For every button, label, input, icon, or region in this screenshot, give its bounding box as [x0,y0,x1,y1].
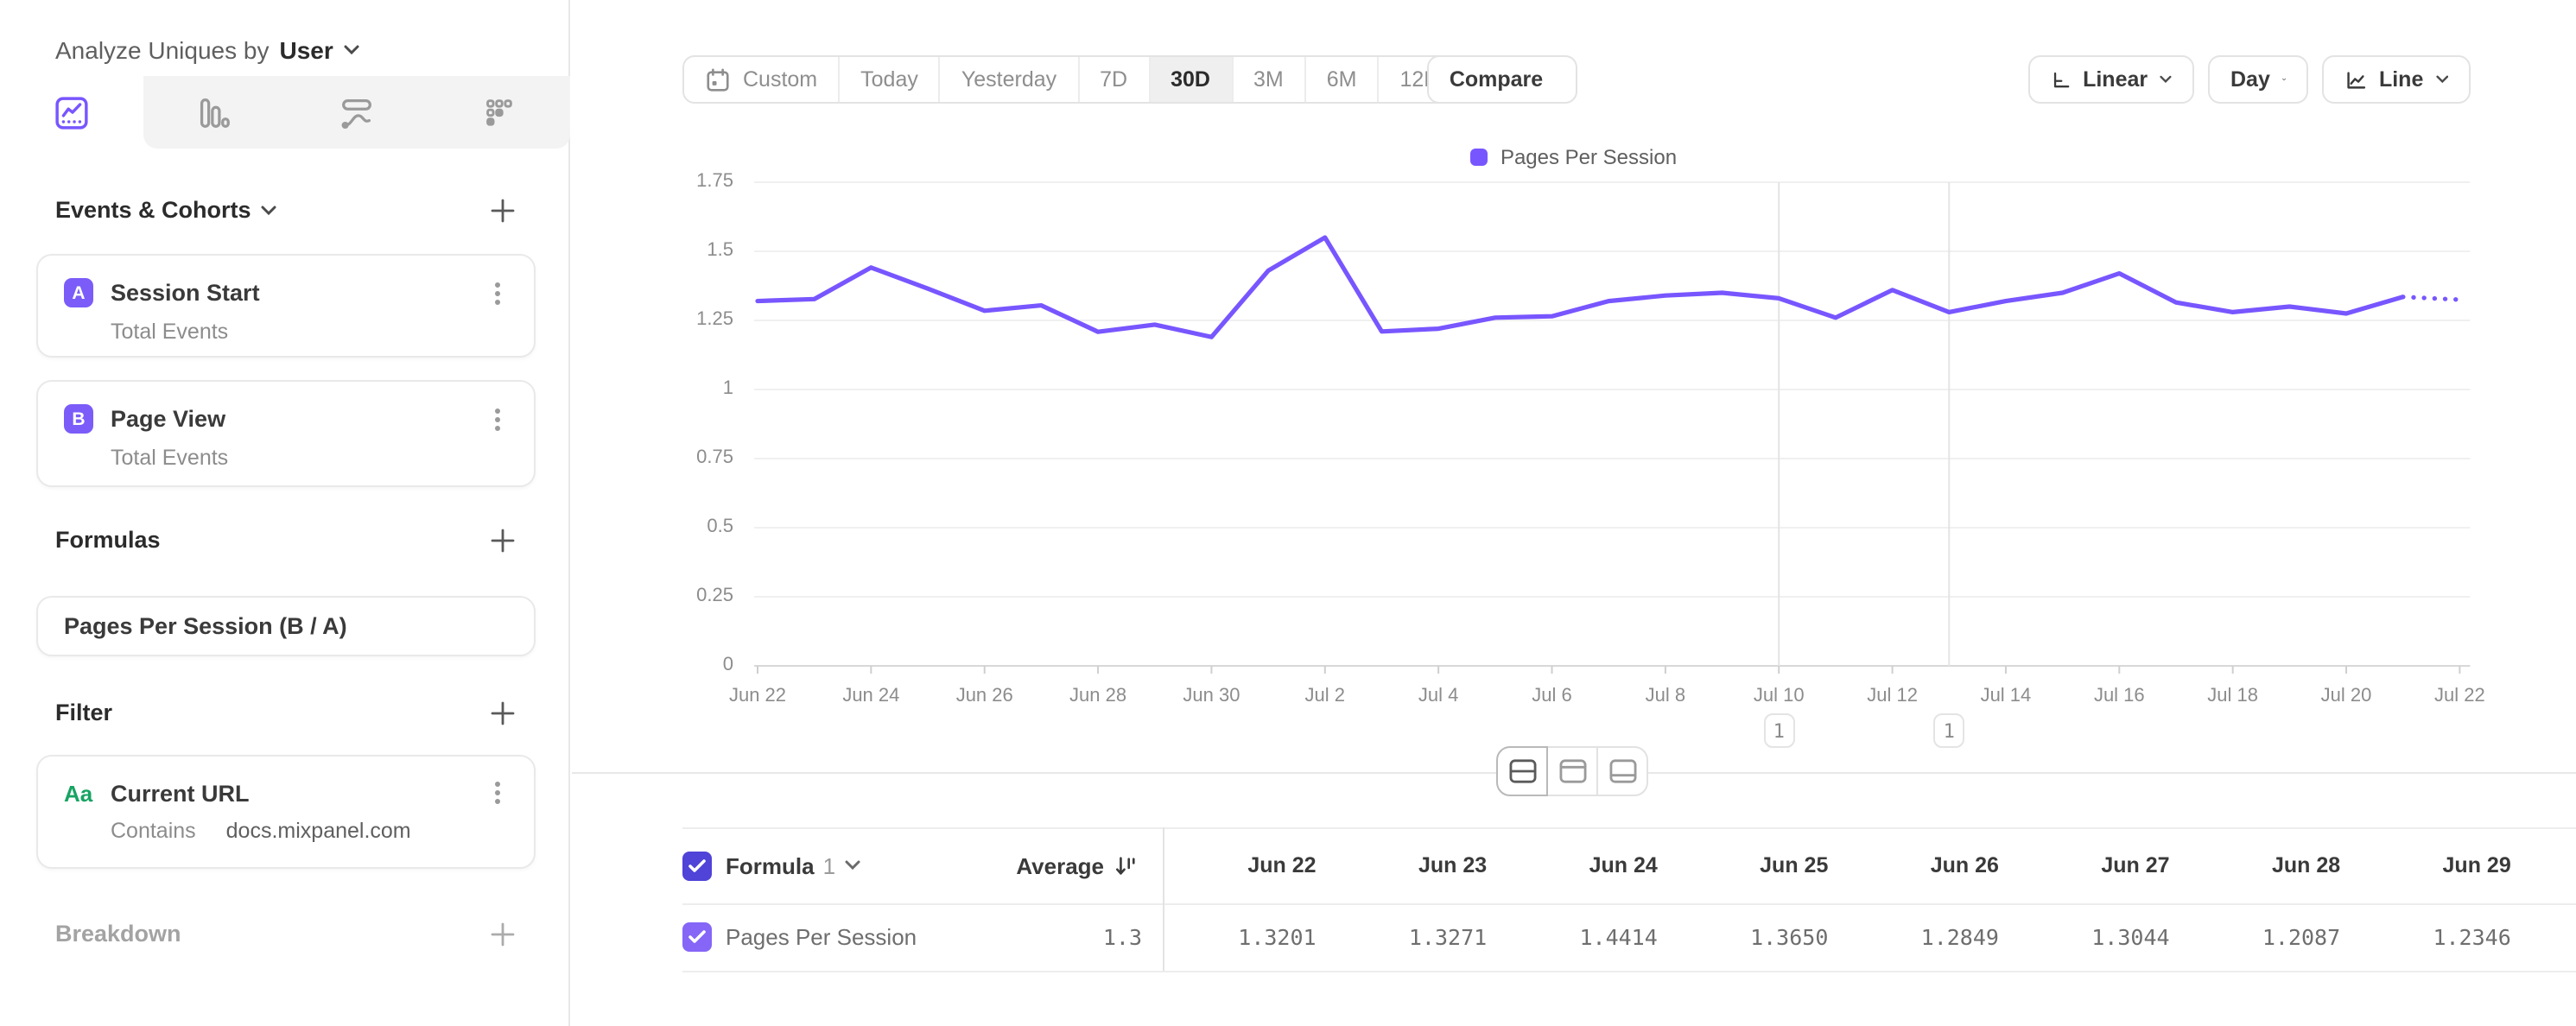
x-axis-tick-label: Jul 4 [1386,686,1490,706]
select-all-checkbox[interactable] [682,851,712,880]
y-axis-tick-label: 0.75 [664,447,733,468]
table-date-header[interactable]: Jun 29 [2357,827,2528,903]
table-date-values: 1.32011.32711.44141.36501.28491.30441.20… [1163,903,2528,971]
x-axis-tick-label: Jul 20 [2294,686,2398,706]
x-axis-tick-label: Jul 18 [2181,686,2285,706]
screenshot-stage: Analyze Uniques by User [0,0,2576,1026]
table-date-header[interactable]: Jun 24 [1504,827,1675,903]
series-line-incomplete-dotted [2403,297,2460,300]
sort-icon [1114,854,1137,877]
table-value-cell[interactable]: 1.2346 [2357,903,2528,971]
formula-header-label: Formula [726,852,815,878]
x-axis-tick-label: Jul 16 [2067,686,2171,706]
check-icon [688,929,707,945]
layout-chart-top-button[interactable] [1546,746,1598,796]
mixpanel-insights-report: Analyze Uniques by User [0,0,2576,1026]
table-date-headers: Jun 22Jun 23Jun 24Jun 25Jun 26Jun 27Jun … [1163,827,2528,903]
table-date-header[interactable]: Jun 26 [1845,827,2016,903]
x-axis-tick-label: Jun 28 [1046,686,1150,706]
x-axis-tick-label: Jul 8 [1614,686,1717,706]
top-row-icon [1558,758,1587,784]
y-axis-tick-label: 1.75 [664,171,733,192]
table-date-header[interactable]: Jun 22 [1163,827,1334,903]
x-axis-tick-label: Jun 24 [819,686,923,706]
chevron-down-icon [844,860,860,871]
y-axis-tick-label: 1 [664,378,733,399]
split-rows-icon [1507,758,1537,784]
series-line[interactable] [758,238,2403,337]
formula-header[interactable]: Formula 1 [726,852,860,878]
series-checkbox[interactable] [682,922,712,952]
x-axis-tick-label: Jul 14 [1954,686,2058,706]
table-border-bottom [682,971,2576,972]
x-axis-tick-label: Jul 6 [1501,686,1604,706]
annotation-count-badge[interactable]: 1 [1763,713,1794,748]
table-value-cell[interactable]: 1.3650 [1675,903,1846,971]
table-date-header[interactable]: Jun 23 [1334,827,1505,903]
layout-toggle-group [1496,746,1648,796]
y-axis-tick-label: 0 [664,655,733,675]
check-icon [688,858,707,873]
y-axis-tick-label: 1.25 [664,309,733,330]
table-value-cell[interactable]: 1.3044 [2016,903,2187,971]
table-series-row: Pages Per Session 1.3 [682,903,1163,971]
table-date-header[interactable]: Jun 28 [2187,827,2358,903]
layout-split-view-button[interactable] [1496,746,1548,796]
y-axis-tick-label: 1.5 [664,240,733,261]
average-header-label: Average [1016,852,1104,878]
table-value-cell[interactable]: 1.2849 [1845,903,2016,971]
table-date-header[interactable]: Jun 27 [2016,827,2187,903]
formula-header-number: 1 [823,852,835,878]
y-axis-tick-label: 0.25 [664,586,733,606]
table-value-cell[interactable]: 1.2087 [2187,903,2358,971]
x-axis-tick-label: Jun 22 [706,686,809,706]
layout-table-bottom-button[interactable] [1596,746,1648,796]
table-value-cell[interactable]: 1.3271 [1334,903,1505,971]
x-axis-tick-label: Jun 30 [1159,686,1263,706]
x-axis-tick-label: Jul 10 [1727,686,1830,706]
bottom-row-icon [1608,758,1637,784]
annotation-count-badge[interactable]: 1 [1933,713,1964,748]
x-axis-tick-label: Jul 22 [2408,686,2511,706]
table-header-row: Formula 1 Average [682,827,1163,903]
table-value-cell[interactable]: 1.3201 [1163,903,1334,971]
y-axis-tick-label: 0.5 [664,516,733,537]
table-date-header[interactable]: Jun 25 [1675,827,1846,903]
series-name[interactable]: Pages Per Session [726,924,917,950]
x-axis-tick-label: Jul 2 [1273,686,1377,706]
table-value-cell[interactable]: 1.4414 [1504,903,1675,971]
x-axis-tick-label: Jul 12 [1841,686,1945,706]
average-value: 1.3 [1103,924,1163,950]
x-axis-tick-label: Jun 26 [933,686,1037,706]
average-column-header[interactable]: Average [1016,852,1163,878]
